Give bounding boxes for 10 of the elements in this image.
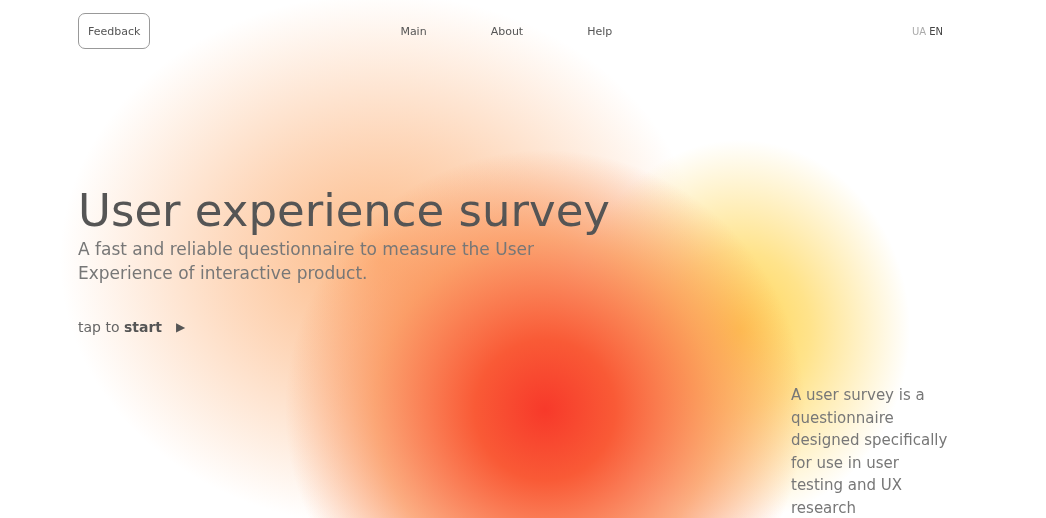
language-option[interactable]: EN xyxy=(929,25,943,37)
description-text: A user survey is a questionnaire designed specifically for use in user testing and UX research xyxy=(791,385,949,518)
nav-link[interactable]: About xyxy=(490,24,524,38)
subtitle: A fast and reliable questionnaire to measure the User Experience of interactive product. xyxy=(78,238,535,285)
page-title: User experience survey xyxy=(78,185,611,237)
start-link[interactable]: tap to start xyxy=(78,319,162,335)
play-icon[interactable]: ▶ xyxy=(176,320,186,334)
feedback-button[interactable]: Feedback xyxy=(78,13,151,49)
nav-link[interactable]: Help xyxy=(587,24,613,38)
nav-link[interactable]: Main xyxy=(400,24,427,38)
